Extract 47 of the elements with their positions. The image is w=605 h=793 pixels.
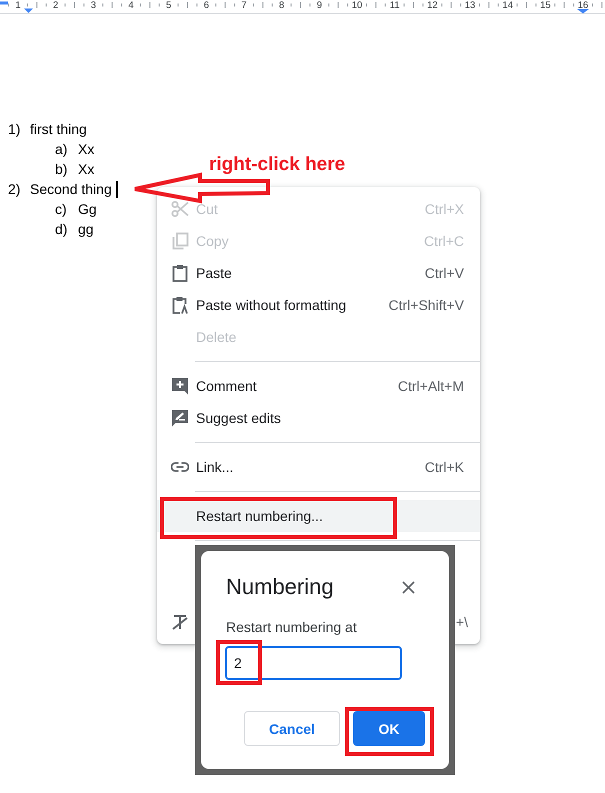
ruler-number: 12: [427, 0, 438, 11]
shortcut-text: Ctrl+X: [424, 201, 464, 217]
shortcut-text: Ctrl+V: [424, 265, 464, 281]
ruler-number: 1: [15, 0, 21, 11]
ruler-number: 3: [90, 0, 96, 11]
list-marker: 1): [8, 121, 22, 137]
ruler-number: 2: [53, 0, 58, 11]
ruler-number: 4: [128, 0, 134, 11]
ruler-number: 5: [166, 0, 172, 11]
shortcut-text: Ctrl+Shift+V: [388, 297, 464, 313]
menu-item-label: Link...: [196, 459, 234, 475]
list-marker: d): [55, 221, 68, 237]
list-marker: a): [55, 141, 68, 157]
ruler-number: 9: [316, 0, 322, 11]
shortcut-text: Ctrl+Alt+M: [398, 378, 464, 394]
menu-item-label: Delete: [196, 329, 238, 345]
ruler-number: 13: [464, 0, 476, 11]
shortcut-text: +\: [456, 614, 468, 630]
ruler-number: 14: [502, 0, 513, 11]
shortcut-text: Ctrl+C: [424, 233, 464, 249]
dialog-title: Numbering: [226, 574, 334, 600]
ruler-number: 10: [352, 0, 362, 11]
menu-item-label: Copy: [196, 233, 230, 249]
menu-item-label: Suggest edits: [196, 410, 282, 426]
menu-item-label: Comment: [196, 378, 258, 394]
menu-item-label: Cut: [196, 201, 219, 217]
ruler-number: 8: [279, 0, 284, 11]
ruler-number: 11: [390, 0, 400, 11]
field-label: Restart numbering at: [226, 619, 358, 636]
ruler-number: 15: [540, 0, 551, 11]
list-text: gg: [78, 221, 94, 237]
list-marker: 2): [8, 181, 22, 197]
list-text: Xx: [78, 141, 94, 157]
list-marker: b): [55, 161, 68, 177]
menu-item-label: Restart numbering...: [196, 508, 324, 524]
shortcut-text: Ctrl+K: [424, 459, 464, 475]
ruler-number: 7: [241, 0, 247, 11]
list-marker: c): [55, 201, 68, 217]
list-text: first thing: [30, 121, 87, 137]
ruler-number: 16: [578, 0, 588, 11]
ruler-number: 6: [204, 0, 209, 11]
list-text: Second thing: [30, 181, 112, 197]
menu-item-label: Paste: [196, 265, 233, 281]
annotation-label: right-click here: [209, 154, 346, 176]
list-text: Gg: [78, 201, 97, 217]
list-text: Xx: [78, 161, 94, 177]
menu-item-label: Paste without formatting: [196, 297, 348, 313]
